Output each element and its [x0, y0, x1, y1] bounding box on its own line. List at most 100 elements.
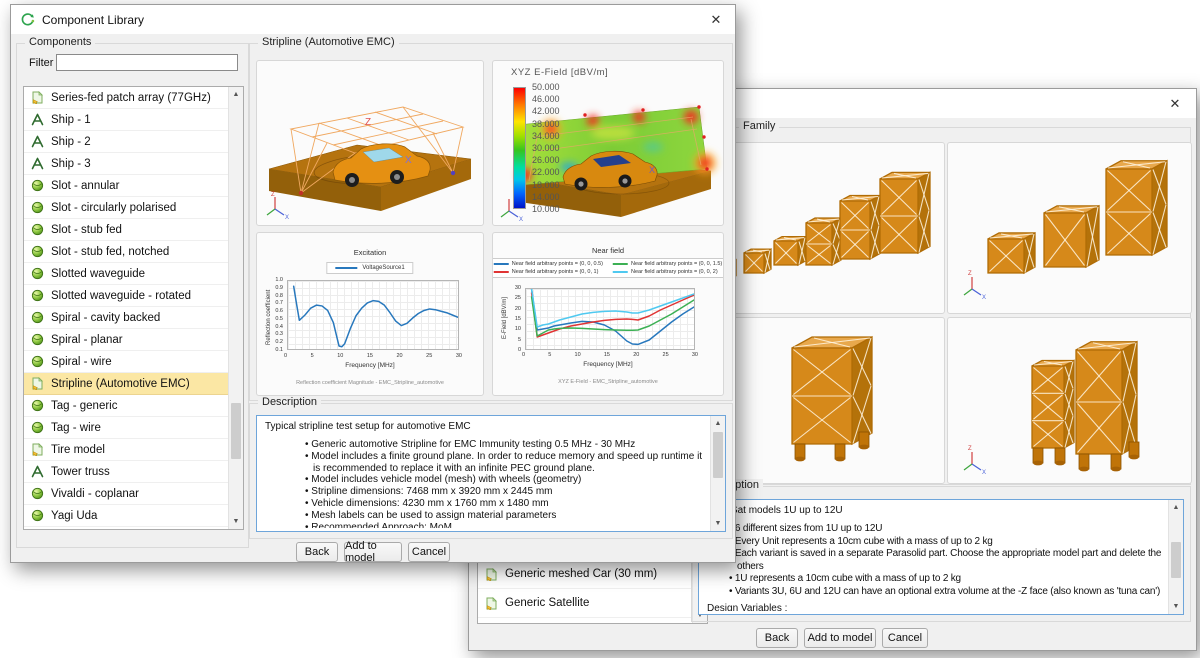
description-bullets: Generic automotive Stripline for EMC Imm… [305, 439, 705, 528]
list-item[interactable]: Spiral - planar [24, 329, 228, 351]
sphere-icon [31, 267, 44, 280]
list-item[interactable]: Stripline (Automotive EMC) [24, 373, 228, 395]
list-scrollbar[interactable]: ▲ ▼ [228, 87, 243, 529]
list-item-label: Slot - stub fed [51, 224, 122, 236]
list-item[interactable]: Generic Satellite [478, 589, 692, 618]
legend-item: Near field arbitrary points = (0, 0, 2) [613, 269, 722, 275]
legend-item: Near field arbitrary points = (0, 0, 1.5… [613, 261, 722, 267]
list-item[interactable]: Yagi Uda [24, 505, 228, 527]
list-item-label: Ship - 1 [51, 114, 91, 126]
list-item[interactable]: Generic meshed Car (30 mm) [478, 560, 692, 589]
description-area[interactable]: CubeSat models 1U up to 12U 6 different … [698, 499, 1184, 615]
list-item[interactable]: Slot - stub fed [24, 219, 228, 241]
scroll-up-icon[interactable]: ▲ [711, 416, 725, 431]
z-axis-label: Z [365, 117, 371, 128]
chart-legend: Near field arbitrary points = (0, 0, 0.5… [492, 258, 724, 278]
close-button[interactable]: ✕ [704, 10, 728, 30]
list-item[interactable]: Tag - generic [24, 395, 228, 417]
list-item[interactable]: Slot - stub fed, notched [24, 241, 228, 263]
plot-area [525, 288, 695, 350]
back-button[interactable]: Back [756, 628, 798, 648]
legend-item: Near field arbitrary points = (0, 0, 0.5… [494, 261, 603, 267]
efield-legend-title: XYZ E-Field [dBV/m] [511, 67, 608, 78]
list-item-label: Slotted waveguide - rotated [51, 290, 191, 302]
cancel-button[interactable]: Cancel [408, 542, 450, 562]
list-item[interactable]: Slotted waveguide - rotated [24, 285, 228, 307]
component-list: Series-fed patch array (77GHz) Ship - 1 Sh… [23, 86, 244, 530]
sphere-icon [31, 487, 44, 500]
sphere-icon [31, 421, 44, 434]
add-to-model-button[interactable]: Add to model [804, 628, 876, 648]
scroll-down-icon[interactable]: ▼ [229, 514, 243, 529]
list-item[interactable]: Slot - annular [24, 175, 228, 197]
list-item[interactable]: Ship - 1 [24, 109, 228, 131]
scroll-up-icon[interactable]: ▲ [1169, 500, 1183, 515]
filter-label: Filter [29, 57, 53, 69]
list-item[interactable]: Ship - 2 [24, 131, 228, 153]
description-group: Description CubeSat models 1U up to 12U … [691, 486, 1191, 622]
list-item[interactable]: Spiral - wire [24, 351, 228, 373]
list-item-label: Slotted waveguide [51, 268, 145, 280]
list-item-label: Yagi Uda [51, 510, 97, 522]
component-list-rows: Series-fed patch array (77GHz) Ship - 1 Sh… [24, 87, 228, 527]
filter-input[interactable] [56, 54, 238, 71]
x-axis-ticks: 051015202530 [522, 352, 698, 358]
list-item[interactable]: Tower truss [24, 461, 228, 483]
design-variables-label: Design Variables : [707, 602, 1165, 611]
title-bar[interactable]: Component Library [11, 5, 735, 34]
chart-caption: Reflection coefficient Magnitude - EMC_S… [257, 380, 483, 386]
scrollbar-thumb[interactable] [1171, 542, 1181, 578]
cancel-button[interactable]: Cancel [882, 628, 928, 648]
scrollbar-thumb[interactable] [713, 432, 723, 478]
scroll-down-icon[interactable]: ▼ [1169, 599, 1183, 614]
axis-triad-icon: Z X [267, 192, 289, 221]
file-icon [31, 443, 44, 456]
list-item[interactable]: Vivaldi - coplanar [24, 483, 228, 505]
list-item[interactable]: Tag - wire [24, 417, 228, 439]
cubesat-cluster-preview: ZX [947, 317, 1192, 484]
svg-text:X: X [982, 470, 986, 476]
scrollbar-thumb[interactable] [231, 403, 241, 459]
list-item-label: Generic meshed Car (30 mm) [505, 568, 657, 580]
description-scrollbar[interactable]: ▲ ▼ [1168, 500, 1183, 614]
model3d-icon [31, 113, 44, 126]
list-item-label: Ship - 3 [51, 158, 91, 170]
list-item[interactable]: Slot - circularly polarised [24, 197, 228, 219]
window-title: Component Library [42, 13, 144, 27]
chart-title: Excitation [257, 248, 483, 257]
cubesat-trio-preview: ZX [947, 142, 1192, 314]
list-item-label: Stripline (Automotive EMC) [51, 378, 190, 390]
svg-text:Z: Z [968, 271, 972, 277]
list-item-label: Spiral - wire [51, 356, 112, 368]
sphere-icon [31, 509, 44, 522]
list-item-label: Tire model [51, 444, 105, 456]
family-preview-group: Family ZX ZX [691, 127, 1191, 485]
cubesat-trio-image: ZX [948, 143, 1191, 313]
scroll-up-icon[interactable]: ▲ [229, 87, 243, 102]
file-icon [485, 568, 498, 581]
chart-title: Near field [493, 246, 723, 255]
model3d-icon [31, 157, 44, 170]
list-item-label: Series-fed patch array (77GHz) [51, 92, 211, 104]
list-item-label: Spiral - planar [51, 334, 123, 346]
x-axis-title: Frequency [MHz] [493, 361, 723, 368]
sphere-icon [31, 355, 44, 368]
description-intro: Typical stripline test setup for automot… [265, 420, 705, 433]
list-item[interactable]: Tire model [24, 439, 228, 461]
sphere-icon [31, 311, 44, 324]
list-item[interactable]: Spiral - cavity backed [24, 307, 228, 329]
description-area[interactable]: Typical stripline test setup for automot… [256, 415, 726, 532]
sphere-icon [31, 179, 44, 192]
y-axis-ticks: 1.00.90.80.70.60.50.40.30.20.1 [263, 277, 283, 353]
add-to-model-button[interactable]: Add to model [344, 542, 402, 562]
model3d-icon [31, 135, 44, 148]
back-button[interactable]: Back [296, 542, 338, 562]
list-item[interactable]: Ship - 3 [24, 153, 228, 175]
list-item[interactable]: Slotted waveguide [24, 263, 228, 285]
scroll-down-icon[interactable]: ▼ [711, 516, 725, 531]
list-item[interactable]: Series-fed patch array (77GHz) [24, 87, 228, 109]
cubesat-lineup-image [700, 143, 944, 313]
cubesat-cluster-image: ZX [948, 318, 1191, 483]
close-button[interactable]: ✕ [1163, 94, 1187, 114]
description-scrollbar[interactable]: ▲ ▼ [710, 416, 725, 531]
